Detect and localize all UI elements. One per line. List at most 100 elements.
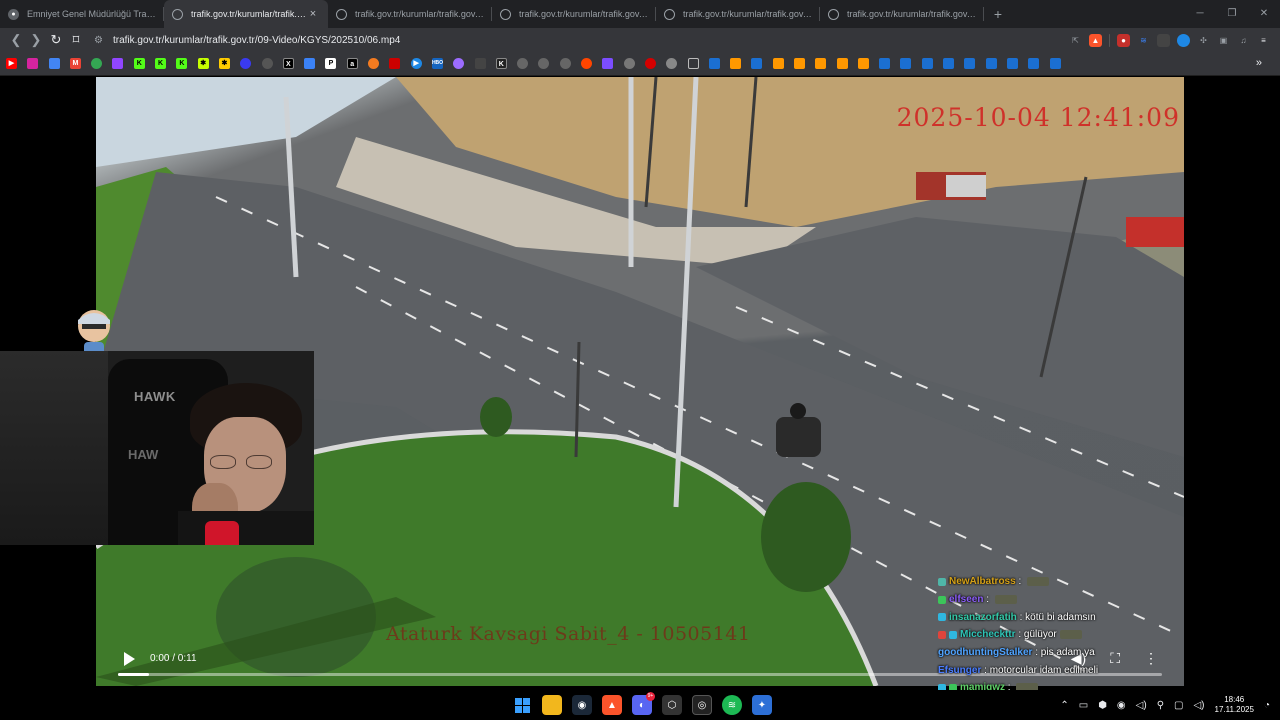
close-tab-icon[interactable]: × — [306, 7, 320, 21]
bookmark-blue-icon[interactable] — [240, 58, 252, 69]
extension-audio-icon[interactable]: ≋ — [1137, 34, 1150, 47]
tray-chevron-icon[interactable]: ⌃ — [1060, 700, 1068, 711]
tab-video-active[interactable]: trafik.gov.tr/kurumlar/trafik.gov.tr/09-… — [164, 0, 328, 28]
tray-battery-icon[interactable]: ▭ — [1079, 700, 1088, 711]
app-settings-icon[interactable]: ✦ — [752, 695, 772, 715]
bookmark-gray4-icon[interactable] — [538, 58, 550, 69]
share-icon[interactable]: ⇱ — [1069, 34, 1082, 47]
bookmark-steam-icon[interactable] — [751, 58, 763, 69]
bookmark-p-icon[interactable]: P — [325, 58, 337, 69]
bookmark-orange-icon[interactable] — [368, 58, 380, 69]
spotify-icon[interactable]: ≋ — [722, 695, 742, 715]
extension-blue-icon[interactable] — [1177, 33, 1190, 47]
epic-icon[interactable]: ⬡ — [662, 695, 682, 715]
bookmark-translate-icon[interactable] — [48, 58, 60, 69]
brave-browser-icon[interactable]: ▲ — [602, 695, 622, 715]
bookmark-steam-icon[interactable] — [900, 58, 912, 69]
chat-username[interactable]: elfseen — [949, 594, 983, 605]
chat-username[interactable]: NewAlbatross — [949, 576, 1016, 587]
obs-icon[interactable]: ◎ — [692, 695, 712, 715]
tab-video-5[interactable]: trafik.gov.tr/kurumlar/trafik.gov.tr/09 — [820, 0, 984, 28]
bookmark-red2-icon[interactable] — [644, 58, 656, 69]
bookmark-steam-icon[interactable] — [921, 58, 933, 69]
play-button[interactable] — [124, 652, 136, 666]
tray-app-icon[interactable]: ⬢ — [1098, 700, 1107, 711]
file-explorer-icon[interactable] — [542, 695, 562, 715]
tray-mic-icon[interactable]: ⚲ — [1157, 700, 1164, 711]
bookmark-steam-icon[interactable] — [943, 58, 955, 69]
bookmark-green-icon[interactable]: ✱ — [197, 58, 209, 69]
bookmark-gray5-icon[interactable] — [559, 58, 571, 69]
tray-volume-icon[interactable]: ◁) — [1193, 700, 1204, 711]
chat-username[interactable]: Miccheckttr — [960, 629, 1016, 640]
site-info-icon[interactable]: ⚙ — [94, 35, 103, 46]
steam-icon[interactable]: ◉ — [572, 695, 592, 715]
bookmark-steam-icon[interactable] — [1028, 58, 1040, 69]
tray-steam-icon[interactable]: ◉ — [1117, 700, 1126, 711]
sidebar-icon[interactable]: ▣ — [1217, 34, 1230, 47]
bookmark-gray-icon[interactable] — [261, 58, 273, 69]
extension-dark-icon[interactable] — [1157, 33, 1170, 47]
chat-username[interactable]: insanazorfatih — [949, 612, 1017, 623]
restore-button[interactable]: ❐ — [1216, 0, 1248, 28]
bookmark-purple2-icon[interactable] — [602, 58, 614, 69]
bookmark-drive-icon[interactable] — [91, 58, 103, 69]
new-tab-button[interactable]: + — [984, 0, 1012, 28]
extensions-puzzle-icon[interactable]: ✣ — [1197, 34, 1210, 47]
bookmark-kick-icon[interactable]: K — [176, 58, 188, 69]
tray-speaker-icon[interactable]: ◁) — [1136, 700, 1147, 711]
bookmark-play-icon[interactable]: ▶ — [410, 58, 422, 69]
bookmark-steam-icon[interactable] — [708, 58, 720, 69]
brave-shields-icon[interactable]: ▲ — [1089, 33, 1102, 47]
bookmark-blue2-icon[interactable] — [304, 58, 316, 69]
minimize-button[interactable]: ─ — [1184, 0, 1216, 28]
bookmark-purple-icon[interactable] — [453, 58, 465, 69]
start-windows-icon[interactable] — [512, 695, 532, 715]
menu-icon[interactable]: ≡ — [1257, 34, 1270, 47]
bookmark-instagram-icon[interactable] — [27, 58, 39, 69]
bookmark-kick-icon[interactable]: K — [155, 58, 167, 69]
bookmark-gray6-icon[interactable] — [623, 58, 635, 69]
bookmark-gray3-icon[interactable] — [517, 58, 529, 69]
bookmark-icon[interactable]: ⌑ — [66, 30, 86, 50]
extension-ublock-icon[interactable]: ● — [1117, 33, 1130, 47]
tab-video-2[interactable]: trafik.gov.tr/kurumlar/trafik.gov.tr/09 — [328, 0, 492, 28]
discord-icon[interactable]: ◐ 9+ — [632, 692, 655, 715]
bookmark-orange4-icon[interactable] — [793, 58, 805, 69]
close-window-button[interactable]: ✕ — [1248, 0, 1280, 28]
tab-emniyet[interactable]: ● Emniyet Genel Müdürlüğü Trafik Başkanl… — [0, 0, 164, 28]
bookmark-yellow-icon[interactable]: ✱ — [218, 58, 230, 69]
bookmark-reddit-icon[interactable] — [581, 58, 593, 69]
chat-username[interactable]: Efsunger — [938, 665, 981, 676]
bookmark-steam-icon[interactable] — [879, 58, 891, 69]
bookmark-gray2-icon[interactable] — [474, 58, 486, 69]
bookmark-gray7-icon[interactable] — [666, 58, 678, 69]
chat-username[interactable]: goodhuntingStalker — [938, 647, 1032, 658]
bookmark-steam-icon[interactable] — [985, 58, 997, 69]
bookmark-folder-icon[interactable] — [687, 58, 699, 69]
tab-video-4[interactable]: trafik.gov.tr/kurumlar/trafik.gov.tr/09 — [656, 0, 820, 28]
bookmark-k-icon[interactable]: K — [495, 58, 507, 69]
back-icon[interactable]: ❮ — [6, 30, 26, 50]
bookmark-hbo-icon[interactable]: HBO — [431, 58, 443, 69]
clock[interactable]: 18:46 17.11.2025 — [1215, 695, 1254, 715]
tab-video-3[interactable]: trafik.gov.tr/kurumlar/trafik.gov.tr/09 — [492, 0, 656, 28]
bookmark-steam-icon[interactable] — [964, 58, 976, 69]
bookmark-orange7-icon[interactable] — [857, 58, 869, 69]
bookmark-x-icon[interactable]: X — [282, 58, 294, 69]
notification-bell-icon[interactable]: ◔ — [1264, 700, 1270, 711]
bookmark-orange2-icon[interactable] — [730, 58, 742, 69]
bookmark-steam-icon[interactable] — [1049, 58, 1061, 69]
media-music-icon[interactable]: ♫ — [1237, 34, 1250, 47]
bookmark-steam-icon[interactable] — [1006, 58, 1018, 69]
bookmark-orange5-icon[interactable] — [815, 58, 827, 69]
bookmark-youtube-icon[interactable]: ▶ — [6, 58, 17, 69]
bookmark-gmail-icon[interactable]: M — [69, 58, 81, 69]
bookmark-amazon-icon[interactable]: a — [346, 58, 358, 69]
bookmark-orange3-icon[interactable] — [772, 58, 784, 69]
bookmark-twitch-icon[interactable] — [112, 58, 124, 69]
url-text[interactable]: trafik.gov.tr/kurumlar/trafik.gov.tr/09-… — [113, 35, 400, 46]
bookmark-kick-icon[interactable]: K — [133, 58, 145, 69]
bookmark-orange6-icon[interactable] — [836, 58, 848, 69]
tray-network-icon[interactable]: ▢ — [1174, 700, 1183, 711]
